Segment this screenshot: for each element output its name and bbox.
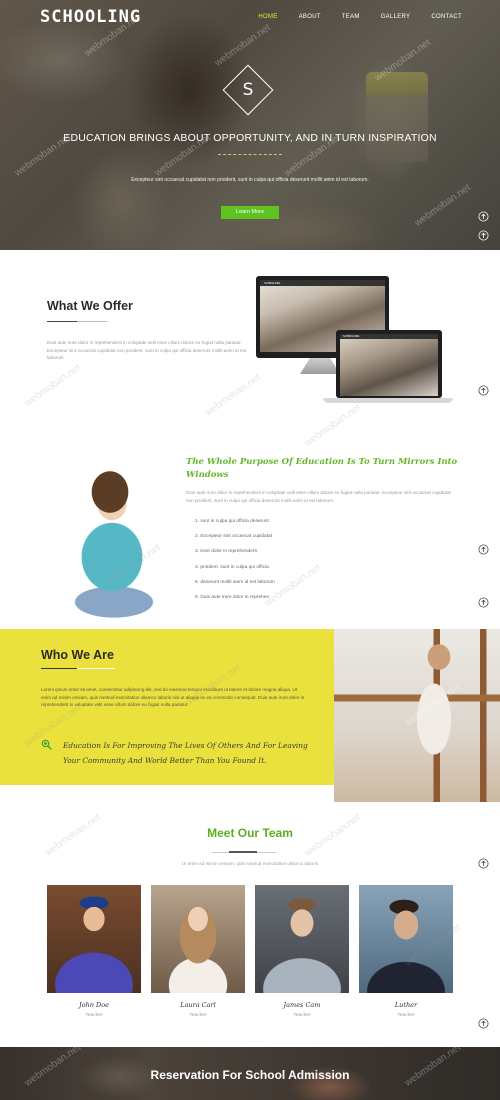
who-divider: [41, 668, 77, 669]
purpose-text: Duis aute irure dolor in reprehenderit i…: [186, 490, 451, 503]
girl-reading-photo: [52, 452, 174, 628]
member-role: Teacher: [397, 1013, 415, 1018]
who-divider-light: [77, 668, 115, 669]
list-item: 1. sunt in culpa qui officia deserunt: [195, 519, 269, 524]
scroll-up-icon[interactable]: [478, 1018, 489, 1029]
who-title: Who We Are: [41, 648, 114, 662]
laptop-mockup-logo: SCHOOLING: [343, 334, 360, 338]
main-nav: HOME ABOUT TEAM GALLERY CONTACT: [237, 14, 462, 20]
nav-about[interactable]: ABOUT: [299, 14, 321, 20]
team-member-card[interactable]: Luther Teacher: [359, 885, 453, 1018]
purpose-title: The Whole Purpose Of Education Is To Tur…: [186, 457, 458, 480]
scroll-up-icon[interactable]: [478, 544, 489, 555]
scroll-up-icon[interactable]: [478, 385, 489, 396]
desktop-mockup-logo: SCHOOLING: [264, 281, 281, 285]
team-member-card[interactable]: James Cam Teacher: [255, 885, 349, 1018]
member-role: Teacher: [85, 1013, 103, 1018]
member-photo: [255, 885, 349, 993]
list-item: 4. proident, sunt in culpa qui officia: [195, 564, 269, 570]
nav-contact[interactable]: CONTACT: [431, 14, 462, 20]
who-text: Lorem ipsum dolor sit amet, consectetur …: [41, 687, 305, 708]
hero-text: Excepteur sint occaecat cupidatat non pr…: [131, 177, 369, 183]
member-photo: [359, 885, 453, 993]
member-role: Teacher: [189, 1013, 207, 1018]
scroll-up-icon[interactable]: [478, 597, 489, 608]
member-name: James Cam: [283, 1001, 321, 1009]
list-item: 6. Duis aute irure dolor in reprehen: [195, 594, 270, 600]
learn-more-button[interactable]: Learn More: [221, 206, 279, 219]
team-title: Meet Our Team: [207, 826, 293, 840]
member-name: John Doe: [79, 1001, 109, 1009]
nav-home[interactable]: HOME: [258, 14, 277, 20]
team-divider: [229, 851, 257, 853]
scroll-up-icon[interactable]: [478, 230, 489, 241]
offer-divider: [47, 321, 77, 322]
offer-divider-light: [77, 321, 107, 322]
watermark: webmoban.net: [22, 362, 83, 409]
team-member-card[interactable]: John Doe Teacher: [47, 885, 141, 1018]
site-logo[interactable]: SCHOOLING: [40, 7, 141, 27]
purpose-list: 1. sunt in culpa qui officia deserunt 2.…: [195, 519, 275, 610]
desktop-mockup-stand: [300, 358, 340, 374]
member-photo: [47, 885, 141, 993]
who-quote: Education Is For Improving The Lives Of …: [63, 741, 308, 765]
watermark: webmoban.net: [202, 372, 263, 419]
member-name: Luther: [394, 1001, 418, 1009]
hero-emblem-letter: S: [242, 80, 254, 100]
laptop-mockup-screen: [340, 334, 438, 396]
hero-title: EDUCATION BRINGS ABOUT OPPORTUNITY, AND …: [63, 132, 437, 144]
search-icon: [41, 737, 52, 750]
list-item: 2. Excepteur sint occaecat cupidatat: [195, 534, 273, 540]
team-member-card[interactable]: Laura Carl Teacher: [151, 885, 245, 1018]
scroll-up-icon[interactable]: [478, 858, 489, 869]
member-role: Teacher: [293, 1013, 311, 1018]
hero-divider: [218, 154, 282, 155]
nav-gallery[interactable]: GALLERY: [381, 14, 411, 20]
list-item: 5. deserunt mollit anim id est laborum: [195, 579, 275, 585]
girl-on-chair-photo: [334, 629, 500, 802]
watermark: webmoban.net: [302, 402, 363, 449]
member-photo: [151, 885, 245, 993]
laptop-mockup-base: [323, 398, 453, 403]
team-subtitle: Ut enim ad minim veniam, quis nostrud ex…: [181, 861, 319, 866]
offer-text: Duis aute irure dolor in reprehenderit i…: [47, 340, 247, 360]
offer-title: What We Offer: [47, 299, 133, 313]
reservation-title: Reservation For School Admission: [150, 1068, 350, 1082]
scroll-up-icon[interactable]: [478, 211, 489, 222]
list-item: 3. irure dolor in reprehenderit: [195, 549, 257, 555]
nav-team[interactable]: TEAM: [342, 14, 360, 20]
member-name: Laura Carl: [180, 1001, 216, 1009]
